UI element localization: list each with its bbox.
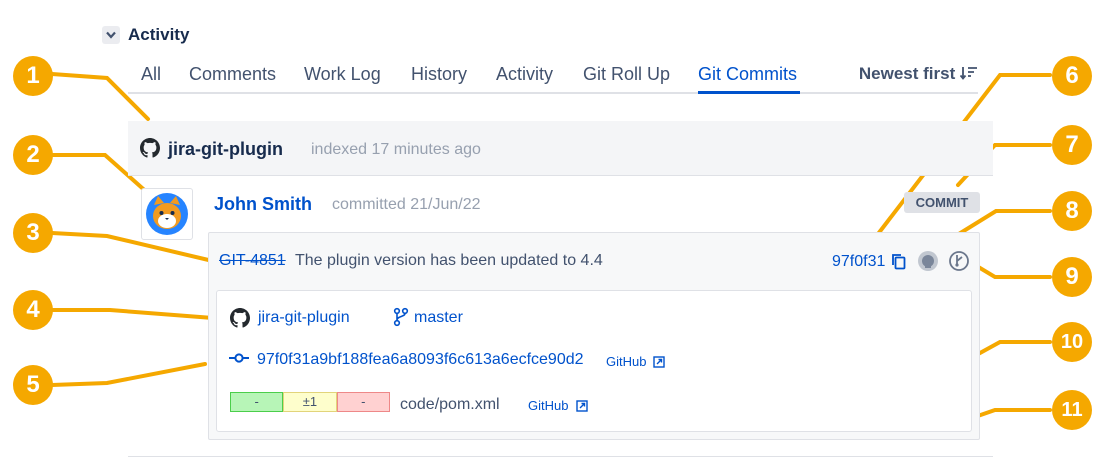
callout-marker-4: 4 <box>13 290 53 330</box>
view-on-github-icon[interactable] <box>917 250 939 272</box>
commit-repository-link[interactable]: jira-git-plugin <box>258 309 350 327</box>
active-tab-indicator <box>698 91 800 94</box>
commit-author[interactable]: John Smith <box>214 194 312 215</box>
branch-link[interactable]: master <box>414 309 463 327</box>
lines-added: - <box>230 392 284 412</box>
external-link-icon[interactable] <box>653 355 665 368</box>
chevron-down-icon <box>106 26 116 44</box>
repository-name: jira-git-plugin <box>168 139 283 159</box>
lines-modified: ±1 <box>283 392 337 412</box>
repository-indexed-time: indexed 17 minutes ago <box>311 141 481 158</box>
file-github-link[interactable]: GitHub <box>528 398 568 413</box>
short-commit-hash[interactable]: 97f0f31 <box>832 253 885 271</box>
tab-comments[interactable]: Comments <box>189 64 276 85</box>
tab-work-log[interactable]: Work Log <box>304 64 381 85</box>
commit-icon <box>229 351 249 365</box>
callout-marker-8: 8 <box>1052 191 1092 231</box>
callout-marker-7: 7 <box>1052 125 1092 165</box>
tab-activity[interactable]: Activity <box>496 64 553 85</box>
sort-label: Newest first <box>858 64 956 83</box>
callout-marker-1: 1 <box>13 56 53 96</box>
tab-git-commits[interactable]: Git Commits <box>698 64 797 85</box>
commit-type-badge: COMMIT <box>904 192 980 213</box>
callout-marker-3: 3 <box>13 213 53 253</box>
commit-message: The plugin version has been updated to 4… <box>295 252 603 269</box>
external-link-icon[interactable] <box>576 399 588 412</box>
callout-marker-10: 10 <box>1052 322 1092 362</box>
cat-avatar-icon <box>146 193 188 235</box>
activity-heading: Activity <box>128 25 190 44</box>
callout-marker-2: 2 <box>13 135 53 175</box>
sort-order-toggle[interactable]: Newest first <box>859 64 978 84</box>
tab-git-roll-up[interactable]: Git Roll Up <box>583 64 670 85</box>
activity-tabs: All Comments Work Log History Activity G… <box>128 62 978 94</box>
callout-marker-6: 6 <box>1052 56 1092 96</box>
activity-collapse-toggle[interactable] <box>102 26 120 44</box>
commit-date: committed 21/Jun/22 <box>332 196 481 213</box>
lines-deleted: - <box>336 392 390 412</box>
author-avatar[interactable] <box>141 188 193 240</box>
callout-marker-5: 5 <box>13 365 53 405</box>
tab-history[interactable]: History <box>411 64 467 85</box>
copy-icon[interactable] <box>891 253 907 270</box>
github-icon <box>140 138 160 158</box>
branch-icon <box>393 307 409 327</box>
full-commit-hash-link[interactable]: 97f0f31a9bf188fea6a8093f6c613a6ecfce90d2 <box>257 351 584 369</box>
issue-key-link[interactable]: GIT-4851 <box>219 252 286 270</box>
sort-descending-icon <box>959 64 978 83</box>
divider <box>128 456 993 457</box>
commit-github-link[interactable]: GitHub <box>606 354 646 369</box>
file-change-stats: - ±1 - <box>230 392 390 412</box>
tab-all[interactable]: All <box>141 64 161 85</box>
github-icon <box>230 308 250 328</box>
revert-commit-icon[interactable] <box>948 250 970 272</box>
callout-marker-11: 11 <box>1052 390 1092 430</box>
changed-file-path[interactable]: code/pom.xml <box>400 396 500 414</box>
callout-marker-9: 9 <box>1052 257 1092 297</box>
